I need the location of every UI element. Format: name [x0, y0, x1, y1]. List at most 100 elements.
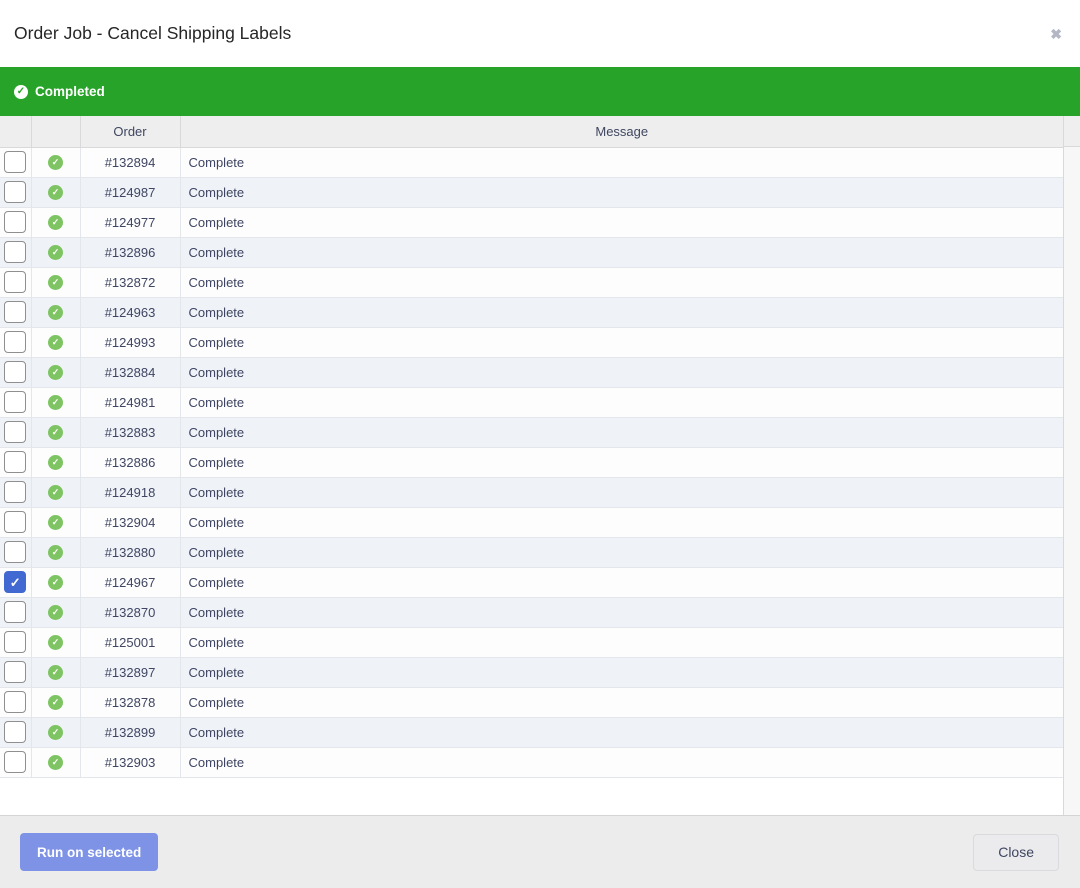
checkmark-icon: ✓ [9, 574, 21, 590]
order-number-cell: #124963 [79, 296, 181, 328]
status-cell: ✓ [30, 236, 81, 268]
checkbox-cell [0, 626, 32, 658]
table-row: ✓ #124963 Complete [0, 296, 1063, 328]
order-number-cell: #124981 [79, 386, 181, 418]
row-checkbox[interactable] [4, 661, 27, 683]
status-banner-label: Completed [35, 84, 105, 99]
row-checkbox[interactable] [4, 241, 27, 263]
row-checkbox[interactable] [4, 511, 27, 533]
checkbox-cell [0, 296, 32, 328]
order-number-cell: #132897 [79, 656, 181, 688]
message-cell: Complete [179, 176, 1063, 208]
status-cell: ✓ [30, 206, 81, 238]
checkbox-cell [0, 386, 32, 418]
table-row: ✓ #132899 Complete [0, 716, 1063, 748]
order-number-cell: #124977 [79, 206, 181, 238]
row-checkbox[interactable] [4, 691, 27, 713]
order-number-cell: #124993 [79, 326, 181, 358]
close-icon[interactable]: ✖ [1050, 27, 1062, 41]
check-circle-icon: ✓ [48, 575, 63, 591]
table-row: ✓ #132883 Complete [0, 416, 1063, 448]
order-table-body: ✓ #132894 Complete ✓ #124987 Complete ✓ #124977… [0, 146, 1063, 778]
run-on-selected-button[interactable]: Run on selected [20, 833, 159, 871]
modal-header: Order Job - Cancel Shipping Labels ✖ [0, 0, 1080, 67]
header-order-column: Order [79, 116, 181, 148]
order-number-cell: #124987 [79, 176, 181, 208]
order-number-cell: #132884 [79, 356, 181, 388]
row-checkbox[interactable] [4, 421, 27, 443]
row-checkbox[interactable] [4, 301, 27, 323]
checkbox-cell [0, 746, 32, 778]
scrollbar-track-header [1064, 116, 1080, 147]
checkbox-cell [0, 656, 32, 688]
row-checkbox[interactable] [4, 451, 27, 473]
results-table-area: Order Message ✓ #132894 Complete ✓ #124987 Co… [0, 116, 1080, 815]
message-cell: Complete [179, 146, 1063, 178]
status-cell: ✓ [30, 596, 81, 628]
check-circle-icon: ✓ [48, 755, 63, 771]
scrollbar-track[interactable] [1063, 116, 1080, 815]
message-cell: Complete [179, 596, 1063, 628]
order-results-table: Order Message ✓ #132894 Complete ✓ #124987 Co… [0, 116, 1063, 778]
row-checkbox[interactable] [4, 541, 27, 563]
status-cell: ✓ [30, 386, 81, 418]
row-checkbox[interactable] [4, 181, 27, 203]
order-number-cell: #132886 [79, 446, 181, 478]
close-button[interactable]: Close [973, 833, 1059, 871]
row-checkbox[interactable] [4, 211, 27, 233]
message-cell: Complete [179, 746, 1063, 778]
order-number-cell: #132894 [79, 146, 181, 178]
status-banner: ✓ Completed [0, 67, 1080, 116]
row-checkbox[interactable] [4, 361, 27, 383]
table-row: ✓ #132880 Complete [0, 536, 1063, 568]
table-row: ✓ ✓ #124967 Complete [0, 566, 1063, 598]
row-checkbox[interactable] [4, 151, 27, 173]
check-circle-icon: ✓ [48, 605, 63, 621]
checkbox-cell [0, 356, 32, 388]
modal-footer: Run on selected Close [0, 815, 1080, 888]
check-circle-icon: ✓ [48, 395, 63, 411]
status-cell: ✓ [30, 686, 81, 718]
order-number-cell: #132870 [79, 596, 181, 628]
row-checkbox[interactable] [4, 721, 27, 743]
order-number-cell: #132904 [79, 506, 181, 538]
checkbox-cell [0, 416, 32, 448]
order-number-cell: #132899 [79, 716, 181, 748]
check-circle-icon: ✓ [48, 725, 63, 741]
message-cell: Complete [179, 506, 1063, 538]
order-number-cell: #132878 [79, 686, 181, 718]
header-checkbox-column [0, 116, 32, 148]
message-cell: Complete [179, 356, 1063, 388]
check-circle-icon: ✓ [14, 84, 28, 99]
row-checkbox[interactable] [4, 631, 27, 653]
table-row: ✓ #132904 Complete [0, 506, 1063, 538]
checkbox-cell [0, 206, 32, 238]
table-row: ✓ #132897 Complete [0, 656, 1063, 688]
message-cell: Complete [179, 296, 1063, 328]
check-circle-icon: ✓ [48, 425, 63, 441]
row-checkbox[interactable] [4, 751, 27, 773]
row-checkbox[interactable] [4, 601, 27, 623]
check-circle-icon: ✓ [48, 215, 63, 231]
row-checkbox[interactable] [4, 271, 27, 293]
status-cell: ✓ [30, 626, 81, 658]
row-checkbox[interactable] [4, 391, 27, 413]
checkbox-cell [0, 506, 32, 538]
check-circle-icon: ✓ [48, 245, 63, 261]
table-header-row: Order Message [0, 116, 1063, 148]
table-row: ✓ #124987 Complete [0, 176, 1063, 208]
table-row: ✓ #125001 Complete [0, 626, 1063, 658]
check-circle-icon: ✓ [48, 695, 63, 711]
check-circle-icon: ✓ [48, 185, 63, 201]
row-checkbox[interactable]: ✓ [4, 571, 27, 593]
checkbox-cell [0, 266, 32, 298]
table-row: ✓ #124918 Complete [0, 476, 1063, 508]
status-cell: ✓ [30, 716, 81, 748]
row-checkbox[interactable] [4, 331, 27, 353]
checkbox-cell [0, 236, 32, 268]
table-row: ✓ #124981 Complete [0, 386, 1063, 418]
message-cell: Complete [179, 236, 1063, 268]
row-checkbox[interactable] [4, 481, 27, 503]
status-cell: ✓ [30, 356, 81, 388]
message-cell: Complete [179, 266, 1063, 298]
